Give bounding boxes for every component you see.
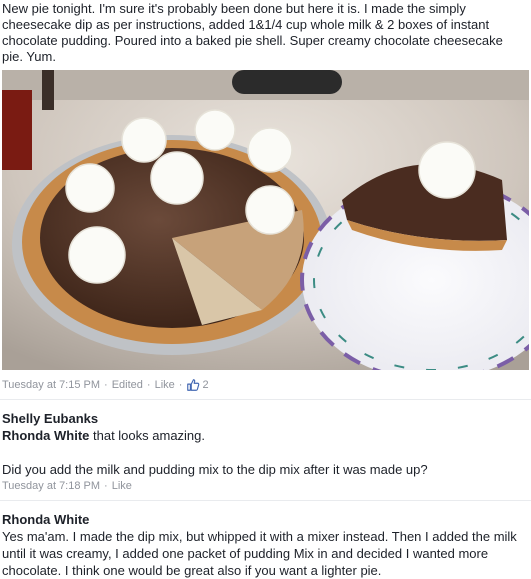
meta-separator: · [146,379,151,391]
comment: Rhonda White Yes ma'am. I made the dip m… [2,511,526,579]
meta-separator: · [178,379,183,391]
post-photo[interactable] [2,70,529,370]
meta-separator: · [104,480,108,492]
post-caption: New pie tonight. I'm sure it's probably … [2,1,503,64]
divider [0,399,531,400]
comment-author[interactable]: Shelly Eubanks [2,410,526,427]
like-count-value: 2 [202,379,209,391]
comment-text: Did you add the milk and pudding mix to … [2,462,428,477]
comment-meta: Tuesday at 7:18 PM · Like [2,480,132,492]
like-link[interactable]: Like [155,379,175,391]
meta-separator: · [104,379,108,391]
post-timestamp[interactable]: Tuesday at 7:15 PM [2,379,100,391]
comment-body: Rhonda White that looks amazing. [2,427,526,444]
comment-text: that looks amazing. [89,428,206,443]
edited-label[interactable]: Edited [112,379,143,391]
divider [0,500,531,501]
thumbs-up-icon [187,379,200,391]
chocolate-pie-photo [2,70,529,370]
comment-mention[interactable]: Rhonda White [2,428,89,443]
comment-like-link[interactable]: Like [112,480,132,492]
like-count[interactable]: 2 [186,378,209,392]
comment-text: Yes ma'am. I made the dip mix, but whipp… [2,529,517,578]
comment-author[interactable]: Rhonda White [2,511,526,528]
post-meta: Tuesday at 7:15 PM · Edited · Like · 2 [2,378,209,392]
comment: Shelly Eubanks Rhonda White that looks a… [2,410,526,478]
comment-timestamp[interactable]: Tuesday at 7:18 PM [2,480,100,492]
